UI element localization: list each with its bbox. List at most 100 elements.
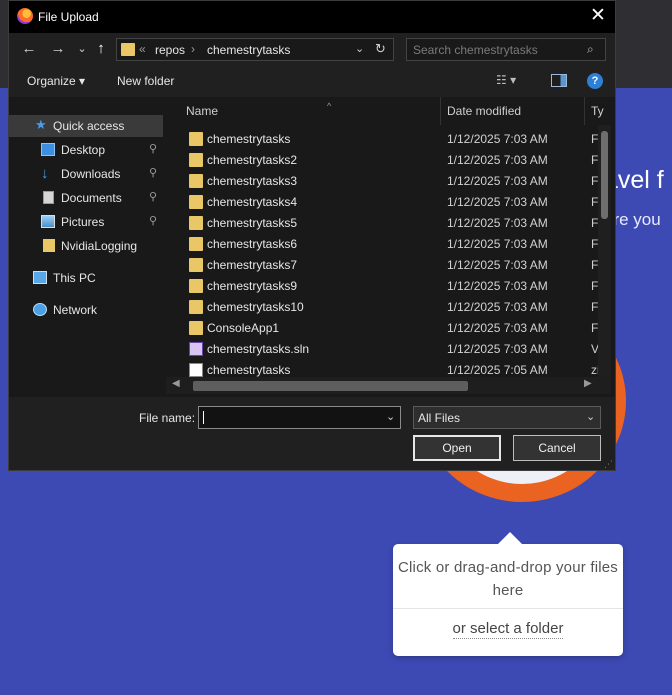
file-date: 1/12/2025 7:03 AM	[447, 300, 548, 314]
sort-ascending-icon: ^	[327, 101, 332, 111]
breadcrumb-chemestrytasks[interactable]: chemestrytasks	[207, 43, 290, 57]
pin-icon[interactable]: ⚲	[149, 214, 157, 227]
folder-icon	[189, 300, 203, 314]
file-date: 1/12/2025 7:03 AM	[447, 279, 548, 293]
pin-icon[interactable]: ⚲	[149, 142, 157, 155]
document-icon	[43, 191, 54, 204]
preview-pane-icon[interactable]	[551, 74, 567, 87]
horizontal-scrollbar[interactable]: ◀ ▶	[166, 377, 611, 394]
file-row[interactable]: chemestrytasks 1/12/2025 7:03 AM Fi	[166, 129, 611, 150]
folder-icon	[189, 237, 203, 251]
file-row[interactable]: chemestrytasks.sln 1/12/2025 7:03 AM Vi	[166, 339, 611, 360]
up-arrow-icon[interactable]: ↑	[90, 38, 112, 60]
file-name: chemestrytasks	[207, 132, 291, 146]
nav-desktop[interactable]: Desktop ⚲	[9, 139, 163, 161]
select-folder-label[interactable]: or select a folder	[452, 620, 564, 639]
nav-label: Network	[53, 303, 98, 317]
vertical-scroll-thumb[interactable]	[601, 131, 608, 219]
close-button[interactable]: ✕	[581, 1, 615, 33]
drop-zone-card[interactable]: Click or drag-and-drop your files here o…	[393, 532, 623, 656]
folder-icon	[189, 174, 203, 188]
command-bar: Organize ▾ New folder ☷ ▾ ?	[9, 65, 615, 97]
refresh-icon[interactable]: ↻	[375, 41, 386, 57]
back-arrow-icon[interactable]: ←	[18, 38, 40, 60]
file-name: chemestrytasks7	[207, 258, 298, 272]
navigation-bar: ← → ⌄ ↑ « repos › chemestrytasks ⌄ ↻ Sea…	[9, 33, 615, 65]
folder-icon	[189, 258, 203, 272]
column-header-date[interactable]: Date modified	[447, 104, 521, 118]
scroll-right-icon[interactable]: ▶	[584, 378, 592, 389]
nav-label: Desktop	[61, 143, 106, 157]
horizontal-scroll-thumb[interactable]	[193, 381, 468, 391]
nav-label: NvidiaLogging	[61, 239, 138, 253]
help-icon[interactable]: ?	[587, 73, 603, 89]
column-header-name[interactable]: Name ^	[186, 101, 331, 118]
file-type-select[interactable]: All Files ⌄	[413, 406, 601, 429]
file-row[interactable]: chemestrytasks2 1/12/2025 7:03 AM Fi	[166, 150, 611, 171]
file-row[interactable]: chemestrytasks9 1/12/2025 7:03 AM Fi	[166, 276, 611, 297]
file-date: 1/12/2025 7:03 AM	[447, 258, 548, 272]
folder-icon	[189, 321, 203, 335]
breadcrumb-overflow[interactable]: «	[139, 42, 146, 56]
nav-this-pc[interactable]: This PC	[9, 267, 163, 289]
column-divider[interactable]	[440, 97, 441, 125]
search-input[interactable]: Search chemestrytasks	[413, 43, 538, 57]
file-list-pane: Name ^ Date modified Ty chemestrytasks 1…	[166, 97, 615, 397]
network-icon	[33, 303, 47, 316]
breadcrumb-separator[interactable]: ›	[191, 42, 195, 56]
file-row[interactable]: chemestrytasks10 1/12/2025 7:03 AM Fi	[166, 297, 611, 318]
file-name: chemestrytasks2	[207, 153, 298, 167]
nav-documents[interactable]: Documents ⚲	[9, 187, 163, 209]
open-button[interactable]: Open	[413, 435, 501, 461]
file-date: 1/12/2025 7:03 AM	[447, 153, 548, 167]
nav-quick-access[interactable]: ★ Quick access	[9, 115, 163, 137]
file-row[interactable]: chemestrytasks4 1/12/2025 7:03 AM Fi	[166, 192, 611, 213]
file-type-value: All Files	[418, 411, 461, 425]
chevron-down-icon[interactable]: ⌄	[355, 42, 364, 55]
nav-pictures[interactable]: Pictures ⚲	[9, 211, 163, 233]
chevron-down-icon[interactable]: ⌄	[586, 410, 595, 423]
solution-file-icon	[189, 342, 203, 356]
zip-file-icon	[189, 363, 203, 377]
organize-button[interactable]: Organize ▾	[27, 74, 85, 88]
resize-grip-icon[interactable]: ⋰	[604, 459, 613, 470]
file-date: 1/12/2025 7:03 AM	[447, 174, 548, 188]
select-folder-link[interactable]: or select a folder	[393, 620, 623, 639]
column-divider[interactable]	[584, 97, 585, 125]
star-icon: ★	[35, 117, 47, 132]
file-name: chemestrytasks5	[207, 216, 298, 230]
file-row[interactable]: chemestrytasks7 1/12/2025 7:03 AM Fi	[166, 255, 611, 276]
view-options-icon[interactable]: ☷ ▾	[496, 73, 516, 87]
breadcrumb-repos[interactable]: repos	[155, 43, 185, 57]
chevron-down-icon[interactable]: ⌄	[386, 410, 395, 423]
file-name-input[interactable]: ⌄	[198, 406, 401, 429]
search-box[interactable]: Search chemestrytasks ⌕	[406, 38, 606, 61]
file-row[interactable]: chemestrytasks6 1/12/2025 7:03 AM Fi	[166, 234, 611, 255]
pin-icon[interactable]: ⚲	[149, 190, 157, 203]
forward-arrow-icon[interactable]: →	[47, 38, 69, 60]
file-name: chemestrytasks9	[207, 279, 298, 293]
nav-downloads[interactable]: ↓ Downloads ⚲	[9, 163, 163, 185]
search-icon[interactable]: ⌕	[587, 42, 594, 57]
folder-icon	[189, 216, 203, 230]
nav-nvidialogging[interactable]: NvidiaLogging	[9, 235, 163, 257]
scroll-left-icon[interactable]: ◀	[172, 378, 180, 389]
drop-zone-text: Click or drag-and-drop your files here	[397, 559, 619, 599]
dialog-titlebar[interactable]: File Upload ✕	[9, 1, 615, 33]
folder-icon	[189, 132, 203, 146]
file-row[interactable]: ConsoleApp1 1/12/2025 7:03 AM Fi	[166, 318, 611, 339]
vertical-scrollbar[interactable]	[598, 125, 611, 377]
cancel-button[interactable]: Cancel	[513, 435, 601, 461]
file-row[interactable]: chemestrytasks5 1/12/2025 7:03 AM Fi	[166, 213, 611, 234]
nav-network[interactable]: Network	[9, 299, 163, 321]
file-date: 1/12/2025 7:05 AM	[447, 363, 548, 377]
nav-label: Pictures	[61, 215, 105, 229]
file-date: 1/12/2025 7:03 AM	[447, 195, 548, 209]
pin-icon[interactable]: ⚲	[149, 166, 157, 179]
new-folder-button[interactable]: New folder	[117, 74, 174, 88]
file-row[interactable]: chemestrytasks3 1/12/2025 7:03 AM Fi	[166, 171, 611, 192]
download-icon: ↓	[41, 165, 49, 182]
file-upload-dialog: File Upload ✕ ← → ⌄ ↑ « repos › chemestr…	[8, 0, 616, 471]
column-header-type[interactable]: Ty	[591, 104, 604, 118]
address-bar[interactable]: « repos › chemestrytasks ⌄ ↻	[116, 38, 394, 61]
